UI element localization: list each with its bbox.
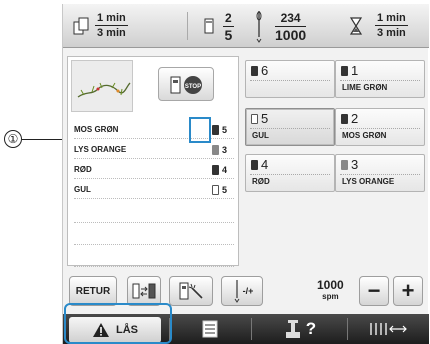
needle-button-4[interactable]: 4 RØD — [245, 154, 335, 192]
total-color-number: 5 — [224, 27, 233, 43]
spool-icon — [212, 124, 219, 135]
remaining-time-readout: 1 min 3 min — [375, 12, 408, 40]
needle-bar-move-icon — [370, 323, 407, 335]
elapsed-time: 1 min — [95, 12, 128, 26]
pattern-thumbnail-icon — [77, 82, 131, 98]
spool-icon — [212, 164, 219, 175]
svg-text:STOP: STOP — [185, 84, 201, 90]
color-list-item[interactable]: RØD 4 — [74, 161, 234, 179]
checklist-icon — [202, 320, 218, 338]
color-list-item[interactable]: GUL 5 — [74, 181, 234, 199]
current-color-number: 2 — [223, 11, 234, 27]
embroidery-screen: 1 min 3 min 2 5 234 1000 1 min 3 min STO… — [62, 4, 429, 344]
lock-button-highlight — [64, 303, 172, 344]
spool-icon — [341, 113, 348, 124]
needle-button-2[interactable]: 2 MOS GRØN — [335, 108, 425, 146]
spool-wand-icon — [179, 282, 203, 300]
speed-value: 1000 — [317, 278, 344, 292]
color-time: 3 min — [377, 27, 406, 39]
spool-icon — [341, 65, 348, 76]
empty-list-row — [74, 205, 234, 223]
remaining-time: 1 min — [375, 12, 408, 26]
needle-icon — [234, 280, 240, 303]
spool-icon — [251, 113, 258, 124]
stitch-count-readout: 234 1000 — [275, 11, 307, 43]
speed-readout: 1000 spm — [317, 278, 344, 302]
spool-icon — [251, 65, 258, 76]
needle-button-1[interactable]: 1 LIME GRØN — [335, 60, 425, 98]
total-stitch: 1000 — [275, 27, 307, 43]
needle-button-5[interactable]: 5 GUL — [245, 108, 335, 146]
needle-button-6[interactable]: 6 — [245, 60, 335, 98]
hourglass-icon — [349, 17, 363, 35]
color-change-readout: 2 5 — [223, 11, 234, 43]
thread-color-edit-button[interactable] — [169, 276, 213, 306]
swap-spools-icon — [132, 283, 156, 299]
needle-button-3[interactable]: 3 LYS ORANGE — [335, 154, 425, 192]
list-view-button[interactable] — [173, 316, 247, 342]
pattern-preview — [71, 60, 133, 112]
return-button[interactable]: RETUR — [69, 276, 117, 306]
stop-button[interactable]: STOP — [158, 67, 214, 101]
speed-unit: spm — [322, 292, 339, 301]
current-color-highlight — [189, 117, 211, 143]
time-spool-icon — [73, 17, 89, 35]
spool-icon — [212, 184, 219, 195]
color-change-icon — [204, 18, 214, 34]
machine-help-button[interactable]: ? — [255, 316, 343, 342]
change-color-order-button[interactable] — [127, 276, 161, 306]
needle-adjust-button[interactable]: -/+ — [221, 276, 263, 306]
empty-list-row — [74, 227, 234, 245]
color-list-item[interactable]: LYS ORANGE 3 — [74, 141, 234, 159]
current-stitch: 234 — [275, 11, 307, 27]
machine-icon — [285, 320, 300, 338]
needle-bar-move-button[interactable] — [351, 316, 425, 342]
needle-icon — [256, 11, 262, 43]
total-time: 3 min — [97, 27, 126, 39]
color-sequence-panel: STOP MOS GRØN 5 LYS ORANGE 3 RØD 4 GUL 5 — [67, 56, 239, 267]
empty-list-row — [74, 249, 234, 267]
spool-icon — [251, 159, 258, 170]
spool-icon — [212, 144, 219, 155]
stop-spool-icon: STOP — [170, 76, 202, 94]
callout-number: ① — [4, 130, 22, 148]
speed-increase-button[interactable]: + — [393, 276, 423, 306]
status-header: 1 min 3 min 2 5 234 1000 1 min 3 min — [63, 4, 429, 48]
spool-icon — [341, 159, 348, 170]
speed-decrease-button[interactable]: − — [359, 276, 389, 306]
total-time-readout: 1 min 3 min — [95, 12, 128, 40]
